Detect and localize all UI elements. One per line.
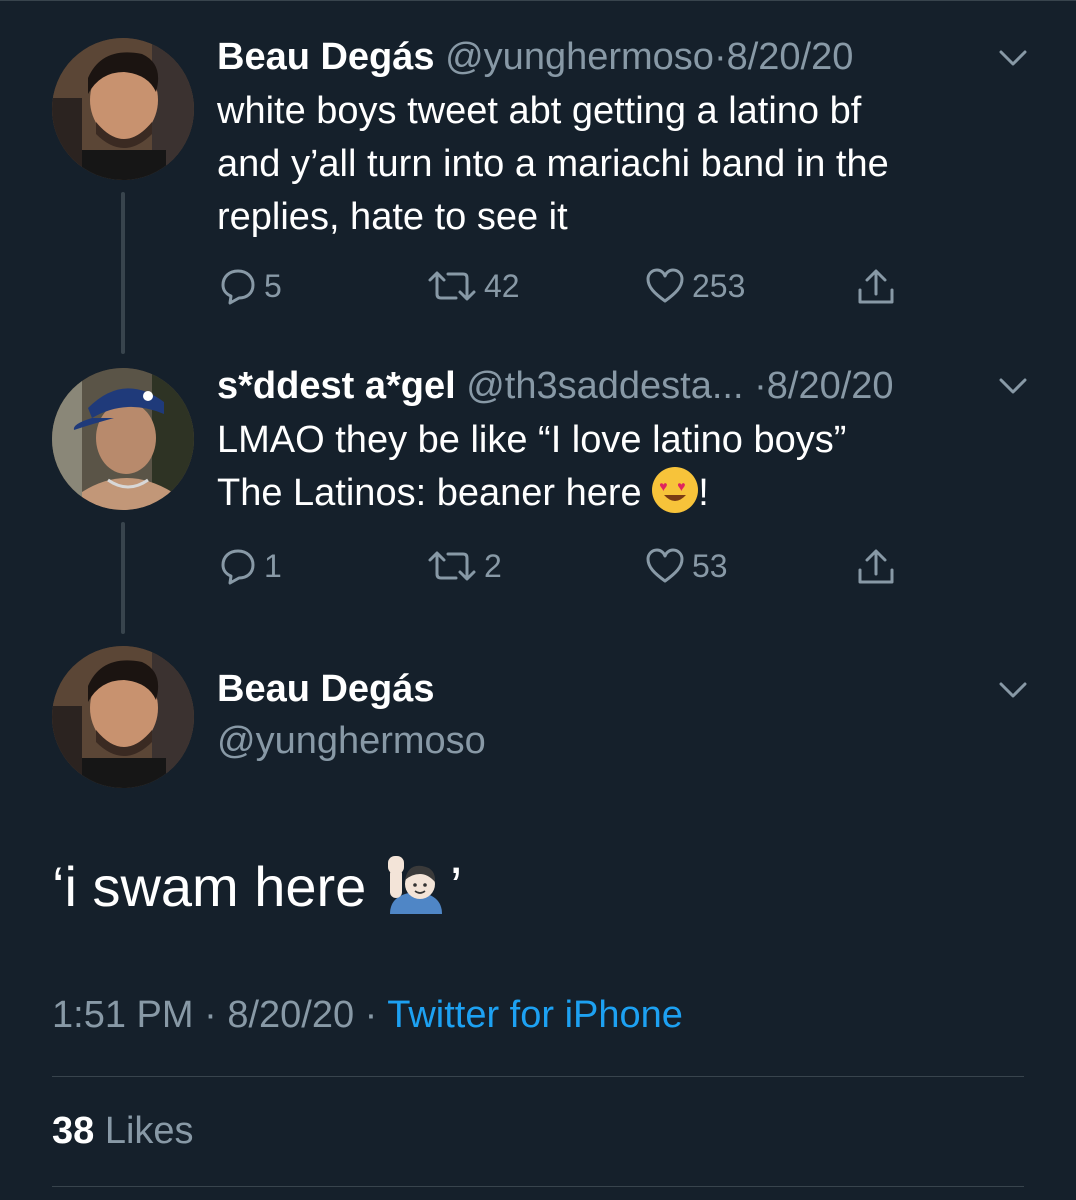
tweet-text-line: replies, hate to see it [217, 196, 568, 238]
chevron-down-icon[interactable] [998, 680, 1028, 700]
avatar[interactable] [52, 38, 194, 180]
like-button[interactable]: 253 [644, 266, 745, 306]
tweet-text-line: The Latinos: beaner here ♥ ♥! [217, 467, 1017, 520]
tweet-source-link[interactable]: Twitter for iPhone [387, 994, 683, 1036]
tweet-text: LMAO they be like “I love latino boys” T… [217, 414, 1017, 520]
reply-icon [221, 549, 255, 585]
thread-line [121, 522, 125, 634]
tweet-header: Beau Degás @yunghermoso·8/20/20 [217, 36, 854, 78]
retweet-button[interactable]: 2 [426, 546, 502, 586]
display-name[interactable]: s*ddest a*gel [217, 365, 456, 407]
like-count: 53 [692, 547, 728, 584]
reply-button[interactable]: 5 [218, 266, 282, 306]
tweet-text-line: LMAO they be like “I love latino boys” [217, 419, 847, 461]
main-tweet-text: ‘i swam here ’ [52, 854, 463, 918]
tweet-time: 1:51 PM [52, 994, 194, 1036]
retweet-icon [428, 271, 476, 301]
likes-label: Likes [104, 1110, 194, 1152]
divider [52, 1076, 1024, 1077]
retweet-count: 2 [484, 547, 502, 584]
person-raising-hand-icon [382, 854, 450, 914]
like-button[interactable]: 53 [644, 546, 728, 586]
reply-button[interactable]: 1 [218, 546, 282, 586]
handle[interactable]: @yunghermoso [217, 720, 486, 763]
share-icon[interactable] [855, 546, 897, 588]
tweet-text-line: white boys tweet abt getting a latino bf [217, 90, 862, 132]
handle[interactable]: @yunghermoso [445, 36, 714, 78]
heart-icon [646, 548, 684, 583]
chevron-down-icon[interactable] [998, 48, 1028, 68]
tweet-header: s*ddest a*gel @th3saddesta... ·8/20/20 [217, 365, 894, 407]
retweet-button[interactable]: 42 [426, 266, 520, 306]
tweet-text: white boys tweet abt getting a latino bf… [217, 85, 1017, 244]
divider [52, 1186, 1024, 1187]
chevron-down-icon[interactable] [998, 376, 1028, 396]
thread-line [121, 192, 125, 354]
heart-icon [646, 268, 684, 303]
tweet-meta: 1:51 PM · 8/20/20 · Twitter for iPhone [52, 994, 683, 1036]
reply-icon [221, 269, 255, 305]
display-name[interactable]: Beau Degás [217, 36, 435, 78]
display-name[interactable]: Beau Degás [217, 668, 435, 711]
retweet-count: 42 [484, 267, 520, 304]
like-count: 253 [692, 267, 746, 304]
tweet-date[interactable]: 8/20/20 [727, 36, 854, 78]
likes-count: 38 [52, 1110, 95, 1152]
tweet-date: 8/20/20 [227, 994, 355, 1036]
share-icon[interactable] [855, 266, 897, 308]
heart-eyes-emoji-icon: ♥ ♥ [652, 467, 699, 513]
tweet-date[interactable]: 8/20/20 [767, 365, 894, 407]
avatar[interactable] [52, 368, 194, 510]
handle[interactable]: @th3saddesta... [466, 365, 743, 407]
retweet-icon [428, 551, 476, 581]
likes-summary[interactable]: 38 Likes [52, 1110, 194, 1153]
top-divider [0, 0, 1076, 1]
avatar[interactable] [52, 646, 194, 788]
reply-count: 1 [264, 547, 282, 584]
tweet-text-line: and y’all turn into a mariachi band in t… [217, 143, 889, 185]
reply-count: 5 [264, 267, 282, 304]
